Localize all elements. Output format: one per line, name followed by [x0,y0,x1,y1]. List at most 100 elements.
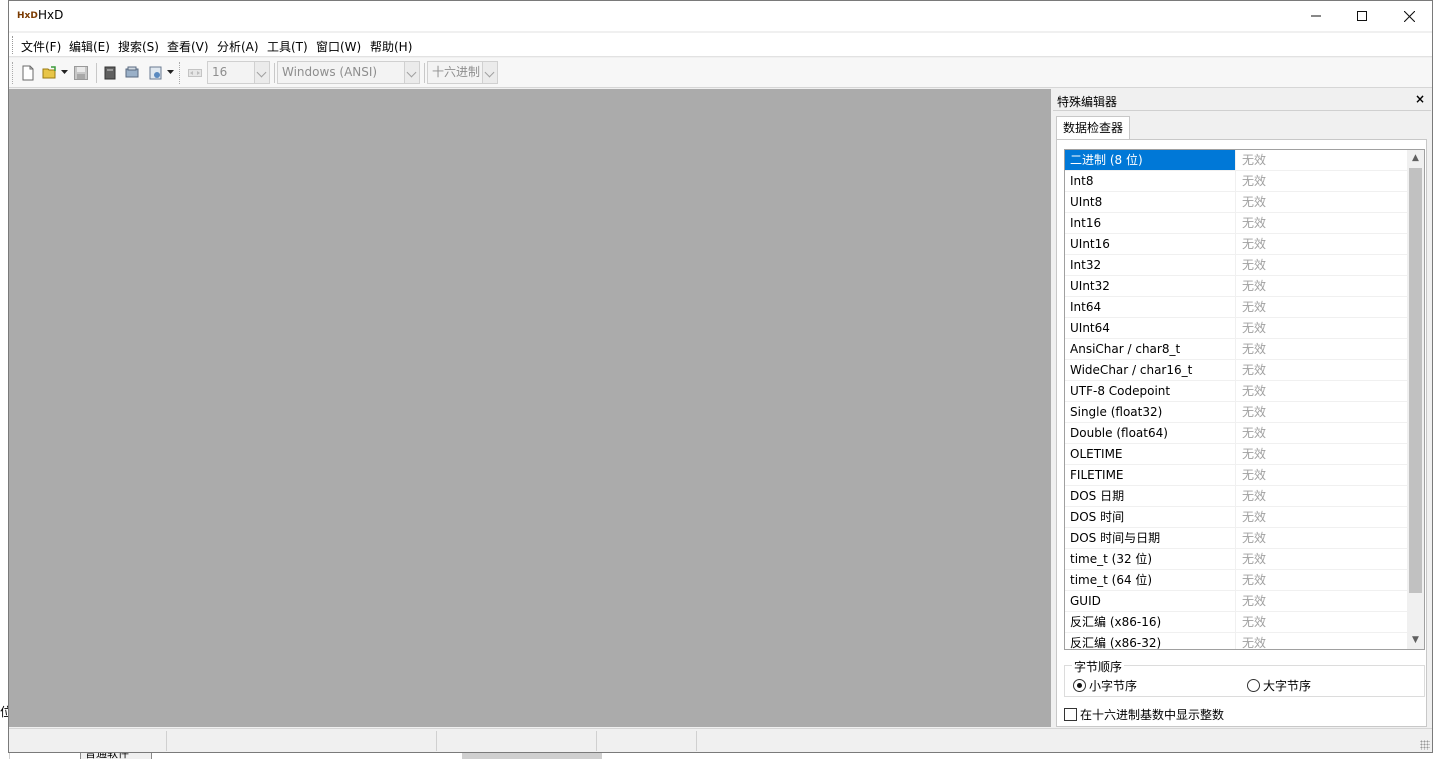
open-file-icon[interactable] [42,65,58,81]
row-value[interactable]: 无效 [1237,171,1407,191]
table-row[interactable]: DOS 时间 无效 [1065,507,1408,528]
table-row[interactable]: UInt8 无效 [1065,192,1408,213]
row-value[interactable]: 无效 [1237,570,1407,590]
row-value[interactable]: 无效 [1237,381,1407,401]
row-value[interactable]: 无效 [1237,339,1407,359]
chevron-down-icon[interactable] [482,62,497,83]
menu-search[interactable]: 搜索(S) [116,37,161,56]
table-row[interactable]: UInt64 无效 [1065,318,1408,339]
table-row[interactable]: 反汇编 (x86-16) 无效 [1065,612,1408,633]
hex-integers-checkbox[interactable]: 在十六进制基数中显示整数 [1064,706,1224,723]
row-type-name[interactable]: Int16 [1065,213,1236,233]
checkbox-box[interactable] [1064,708,1077,721]
toolbar-grip[interactable] [179,62,182,84]
chevron-down-icon[interactable] [404,62,419,83]
row-value[interactable]: 无效 [1237,612,1407,632]
table-row[interactable]: GUID 无效 [1065,591,1408,612]
row-type-name[interactable]: Int8 [1065,171,1236,191]
row-value[interactable]: 无效 [1237,507,1407,527]
save-icon[interactable] [73,65,89,81]
scroll-thumb[interactable] [1409,168,1422,593]
little-endian-radio[interactable]: 小字节序 [1073,677,1137,694]
maximize-button[interactable] [1339,1,1385,31]
close-button[interactable] [1386,1,1432,31]
scroll-up-icon[interactable]: ▲ [1407,150,1424,167]
row-value[interactable]: 无效 [1237,276,1407,296]
row-value[interactable]: 无效 [1237,255,1407,275]
row-type-name[interactable]: UInt64 [1065,318,1236,338]
table-row[interactable]: OLETIME 无效 [1065,444,1408,465]
row-type-name[interactable]: UTF-8 Codepoint [1065,381,1236,401]
row-value[interactable]: 无效 [1237,465,1407,485]
menu-help[interactable]: 帮助(H) [368,37,414,56]
title-bar[interactable]: HxD HxD [9,1,1432,31]
row-type-name[interactable]: UInt16 [1065,234,1236,254]
table-row[interactable]: time_t (32 位) 无效 [1065,549,1408,570]
tab-data-inspector[interactable]: 数据检查器 [1056,116,1131,139]
menu-window[interactable]: 窗口(W) [314,37,363,56]
row-type-name[interactable]: Double (float64) [1065,423,1236,443]
scroll-down-icon[interactable]: ▼ [1407,632,1424,649]
row-type-name[interactable]: 二进制 (8 位) [1065,150,1236,170]
row-type-name[interactable]: time_t (32 位) [1065,549,1236,569]
table-row[interactable]: Int8 无效 [1065,171,1408,192]
offset-base-select[interactable]: 十六进制 [427,61,498,84]
menu-tools[interactable]: 工具(T) [265,37,310,56]
table-row[interactable]: UTF-8 Codepoint 无效 [1065,381,1408,402]
menu-edit[interactable]: 编辑(E) [67,37,112,56]
table-row[interactable]: Single (float32) 无效 [1065,402,1408,423]
row-value[interactable]: 无效 [1237,444,1407,464]
row-type-name[interactable]: FILETIME [1065,465,1236,485]
export-dropdown-icon[interactable] [167,70,174,75]
row-type-name[interactable]: DOS 时间与日期 [1065,528,1236,548]
row-value[interactable]: 无效 [1237,213,1407,233]
export-icon[interactable] [148,65,164,81]
new-file-icon[interactable] [20,65,36,81]
big-endian-radio[interactable]: 大字节序 [1247,677,1311,694]
table-row[interactable]: UInt32 无效 [1065,276,1408,297]
row-value[interactable]: 无效 [1237,318,1407,338]
row-value[interactable]: 无效 [1237,633,1407,649]
open-dropdown-icon[interactable] [61,70,68,75]
row-value[interactable]: 无效 [1237,402,1407,422]
menubar-grip[interactable] [12,36,15,54]
row-type-name[interactable]: DOS 时间 [1065,507,1236,527]
grid-scrollbar[interactable]: ▲ ▼ [1407,150,1424,649]
table-row[interactable]: 二进制 (8 位) 无效 [1065,150,1408,171]
row-type-name[interactable]: GUID [1065,591,1236,611]
table-row[interactable]: DOS 日期 无效 [1065,486,1408,507]
row-value[interactable]: 无效 [1237,297,1407,317]
table-row[interactable]: Int16 无效 [1065,213,1408,234]
row-type-name[interactable]: Single (float32) [1065,402,1236,422]
panel-close-icon[interactable]: × [1415,92,1425,106]
row-value[interactable]: 无效 [1237,549,1407,569]
row-type-name[interactable]: time_t (64 位) [1065,570,1236,590]
menu-view[interactable]: 查看(V) [165,37,211,56]
row-type-name[interactable]: AnsiChar / char8_t [1065,339,1236,359]
background-tab-drive[interactable] [462,752,602,759]
row-type-name[interactable]: DOS 日期 [1065,486,1236,506]
table-row[interactable]: WideChar / char16_t 无效 [1065,360,1408,381]
row-type-name[interactable]: 反汇编 (x86-32) [1065,633,1236,649]
table-row[interactable]: DOS 时间与日期 无效 [1065,528,1408,549]
charset-select[interactable]: Windows (ANSI) [277,61,420,84]
toolbar-grip[interactable] [12,62,15,84]
table-row[interactable]: 反汇编 (x86-32) 无效 [1065,633,1408,649]
row-type-name[interactable]: UInt32 [1065,276,1236,296]
open-ram-icon[interactable] [124,65,140,81]
table-row[interactable]: UInt16 无效 [1065,234,1408,255]
row-value[interactable]: 无效 [1237,591,1407,611]
row-value[interactable]: 无效 [1237,192,1407,212]
row-type-name[interactable]: 反汇编 (x86-16) [1065,612,1236,632]
row-value[interactable]: 无效 [1237,234,1407,254]
minimize-button[interactable] [1293,1,1339,31]
row-value[interactable]: 无效 [1237,150,1407,170]
table-row[interactable]: Int64 无效 [1065,297,1408,318]
row-value[interactable]: 无效 [1237,528,1407,548]
hex-editor-area[interactable] [9,89,1051,727]
row-value[interactable]: 无效 [1237,486,1407,506]
chevron-down-icon[interactable] [254,62,269,83]
row-type-name[interactable]: Int32 [1065,255,1236,275]
table-row[interactable]: time_t (64 位) 无效 [1065,570,1408,591]
table-row[interactable]: AnsiChar / char8_t 无效 [1065,339,1408,360]
